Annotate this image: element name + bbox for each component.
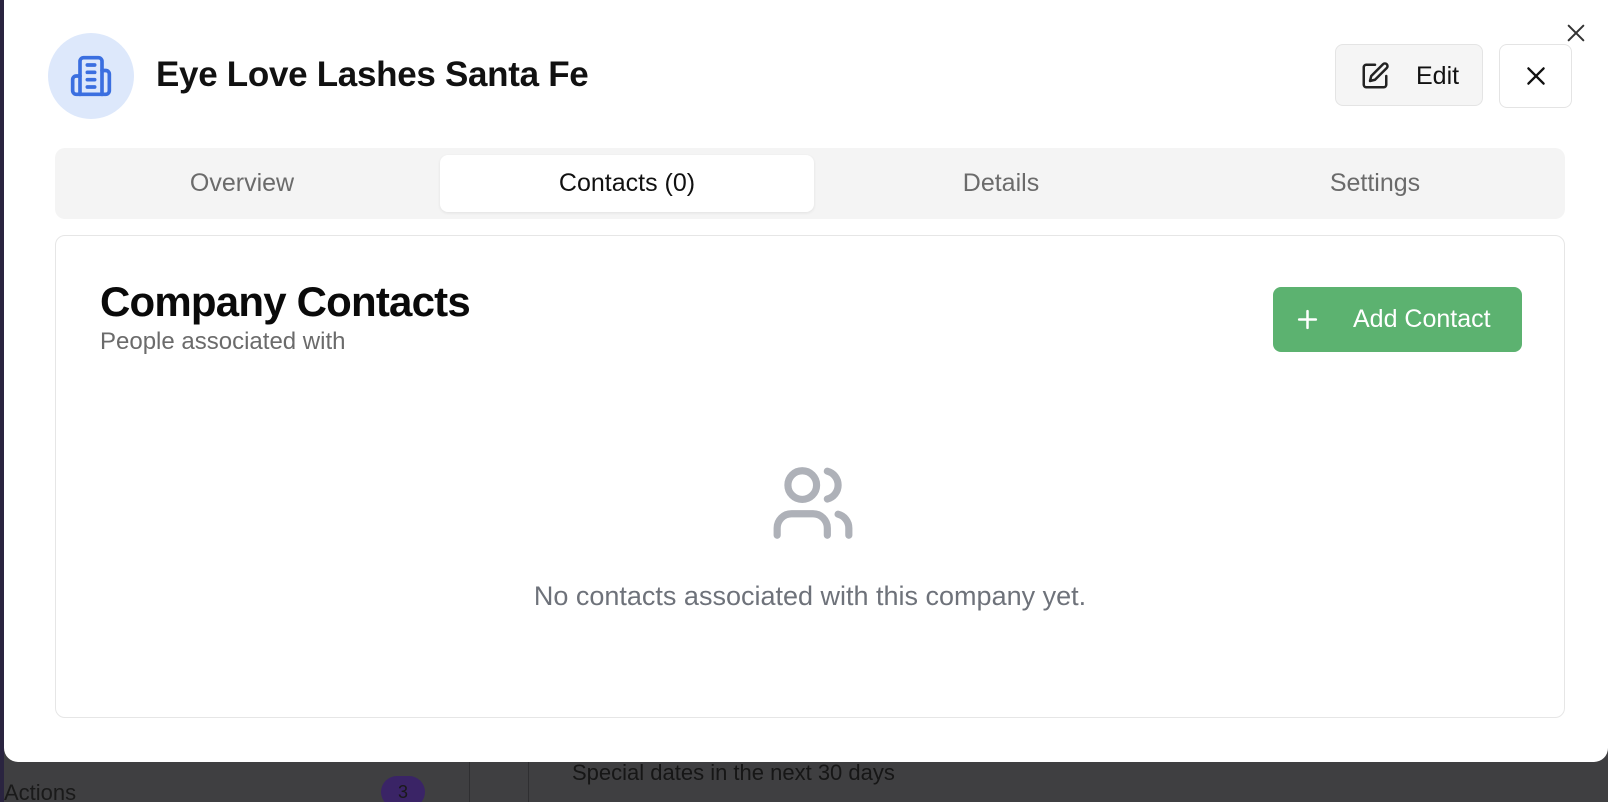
close-button[interactable] bbox=[1499, 44, 1572, 108]
edit-button-label: Edit bbox=[1416, 62, 1460, 90]
plus-icon bbox=[1297, 309, 1318, 330]
tab-settings[interactable]: Settings bbox=[1188, 155, 1562, 212]
close-icon bbox=[1567, 24, 1585, 42]
background-special-dates-text: Special dates in the next 30 days bbox=[572, 760, 895, 785]
edit-icon bbox=[1362, 62, 1389, 89]
contacts-panel-subtitle: People associated with bbox=[100, 328, 346, 355]
background-divider bbox=[469, 762, 470, 802]
tab-bar: Overview Contacts (0) Details Settings bbox=[55, 148, 1565, 219]
company-modal: Eye Love Lashes Santa Fe Edit Overview C… bbox=[4, 0, 1608, 762]
users-icon bbox=[773, 467, 853, 539]
modal-corner-close-button[interactable] bbox=[1563, 20, 1589, 46]
contacts-panel-title: Company Contacts bbox=[100, 278, 471, 325]
tab-details[interactable]: Details bbox=[814, 155, 1188, 212]
company-name-title: Eye Love Lashes Santa Fe bbox=[156, 55, 589, 94]
background-actions-badge: 3 bbox=[381, 776, 425, 802]
edit-button[interactable]: Edit bbox=[1335, 44, 1483, 106]
contacts-panel: Company Contacts People associated with … bbox=[55, 235, 1565, 718]
tab-overview[interactable]: Overview bbox=[55, 155, 429, 212]
add-contact-button[interactable]: Add Contact bbox=[1273, 287, 1522, 352]
add-contact-button-label: Add Contact bbox=[1353, 305, 1491, 333]
building-icon bbox=[70, 55, 112, 97]
empty-state-message: No contacts associated with this company… bbox=[533, 581, 1087, 611]
close-icon bbox=[1526, 67, 1545, 85]
tab-contacts[interactable]: Contacts (0) bbox=[440, 155, 814, 212]
background-actions-label: Actions bbox=[4, 780, 77, 802]
background-divider bbox=[528, 762, 529, 802]
company-avatar bbox=[48, 33, 134, 119]
